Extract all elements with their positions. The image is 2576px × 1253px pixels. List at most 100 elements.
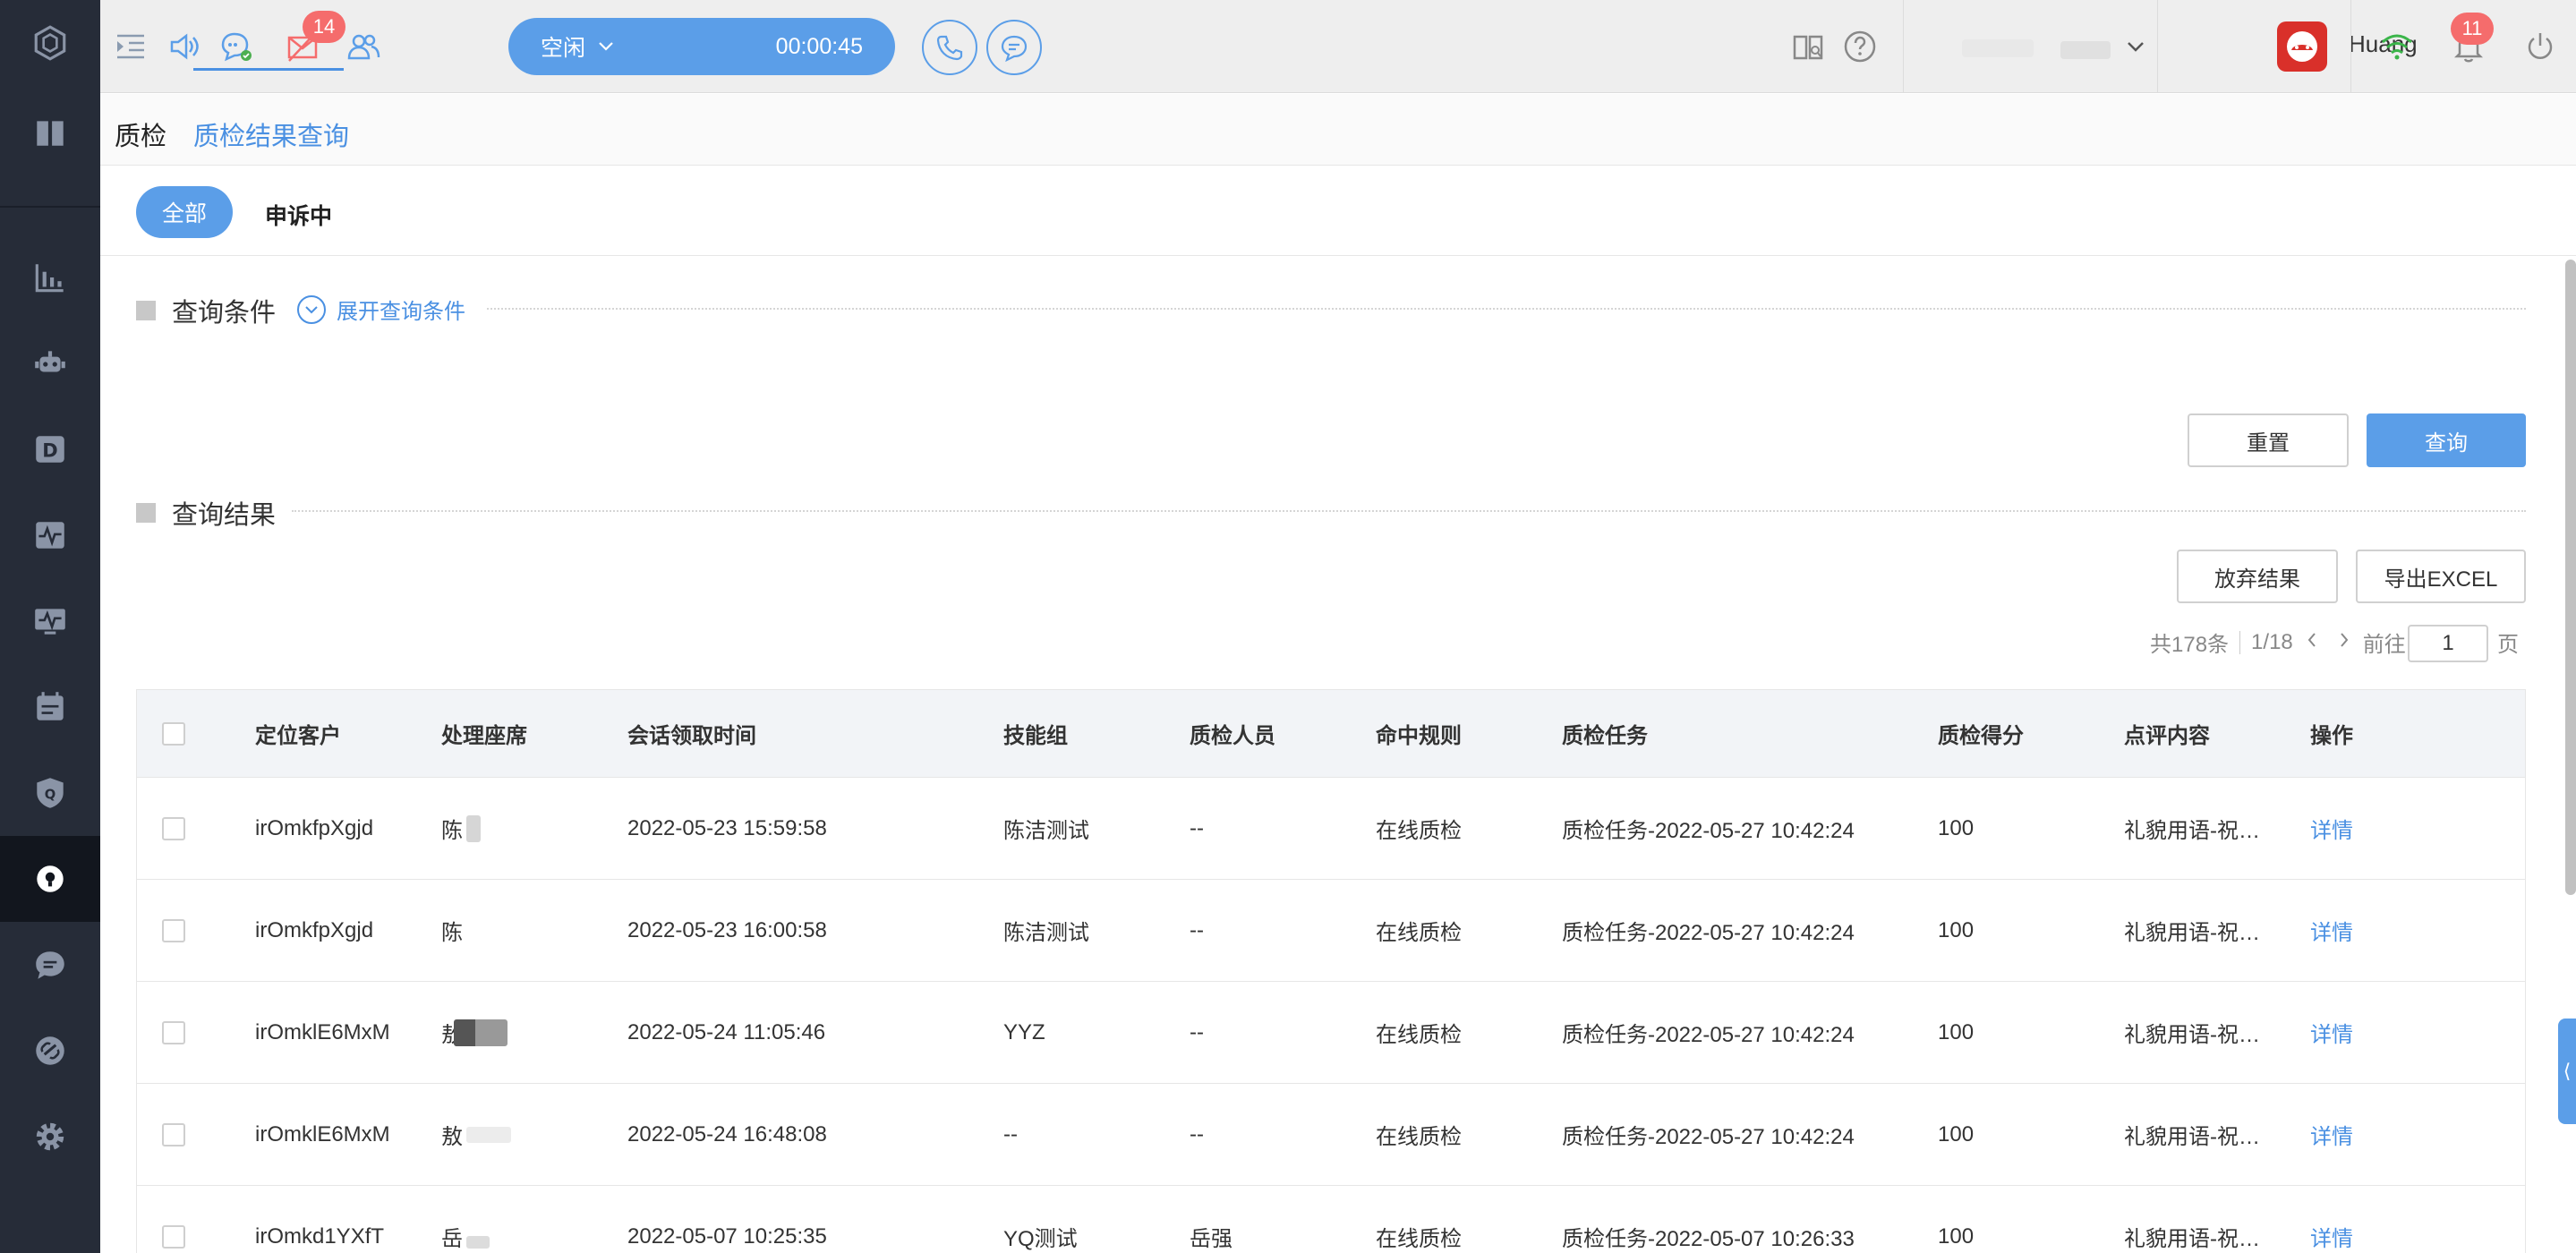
filter-all-button[interactable]: 全部: [136, 186, 233, 238]
section-square-icon: [136, 301, 156, 320]
page-indicator: 1/18: [2251, 629, 2293, 654]
tabs-bar: 质检 质检结果查询: [100, 94, 2576, 166]
rule-cell: 在线质检: [1376, 921, 1462, 945]
row-checkbox[interactable]: [162, 817, 185, 840]
expand-query-label: 展开查询条件: [337, 300, 465, 324]
redacted-field: [2060, 41, 2111, 59]
agent-status-label: 空闲: [541, 36, 586, 61]
next-page-icon[interactable]: [2338, 630, 2350, 655]
total-count: 共178条: [2150, 633, 2230, 657]
prev-page-icon[interactable]: [2306, 630, 2318, 655]
row-checkbox[interactable]: [162, 1021, 185, 1044]
comment-cell: 礼貌用语-祝…: [2124, 921, 2260, 945]
reset-button[interactable]: 重置: [2188, 413, 2349, 467]
topbar-separator: [2350, 0, 2351, 93]
message-count-badge: 14: [303, 11, 345, 43]
rule-cell: 在线质检: [1376, 1227, 1462, 1251]
table-row[interactable]: irOmkfpXgjd 陈 2022-05-23 15:59:58 陈洁测试 -…: [137, 778, 2525, 880]
d-box-icon[interactable]: D: [0, 406, 100, 492]
column-header: 质检人员: [1190, 724, 1275, 748]
score-cell: 100: [1938, 1121, 1975, 1146]
monitor-icon[interactable]: [0, 578, 100, 664]
power-icon[interactable]: [2521, 27, 2560, 66]
filter-appeal-button[interactable]: 申诉中: [265, 199, 332, 231]
settings-gear-icon[interactable]: [0, 1094, 100, 1180]
detail-link[interactable]: 详情: [2310, 778, 2353, 879]
chat-button[interactable]: [986, 20, 1042, 75]
chevron-down-circle-icon: [297, 294, 326, 324]
search-button[interactable]: 查询: [2367, 413, 2526, 467]
phone-button[interactable]: [922, 20, 977, 75]
table-header: 定位客户 处理座席 会话领取时间 技能组 质检人员 命中规则 质检任务 质检得分…: [137, 690, 2525, 778]
column-header: 质检得分: [1938, 724, 2024, 748]
row-checkbox[interactable]: [162, 919, 185, 942]
bar-chart-icon[interactable]: [0, 234, 100, 320]
table-row[interactable]: irOmkd1YXfT 岳 2022-05-07 10:25:35 YQ测试 岳…: [137, 1186, 2525, 1253]
chevron-down-icon: [598, 38, 614, 56]
customer-cell: irOmkfpXgjd: [255, 917, 374, 942]
row-checkbox[interactable]: [162, 1225, 185, 1249]
detail-link[interactable]: 详情: [2310, 1084, 2353, 1185]
table-row[interactable]: irOmklE6MxM 敖 2022-05-24 11:05:46 YYZ --…: [137, 982, 2525, 1084]
score-cell: 100: [1938, 815, 1975, 840]
page-number-input[interactable]: 1: [2408, 625, 2488, 662]
pulse-icon[interactable]: [0, 492, 100, 578]
users-icon[interactable]: [344, 27, 383, 66]
time-cell: 2022-05-07 10:25:35: [627, 1223, 827, 1249]
calendar-icon[interactable]: [0, 664, 100, 750]
table-row[interactable]: irOmklE6MxM 敖 2022-05-24 16:48:08 -- -- …: [137, 1084, 2525, 1186]
phone-icon: [936, 35, 963, 61]
inspector-cell: --: [1190, 1121, 1204, 1146]
chat-bubble-icon[interactable]: [0, 922, 100, 1008]
robot-icon[interactable]: [0, 320, 100, 406]
discard-results-button[interactable]: 放弃结果: [2177, 550, 2338, 603]
column-header: 技能组: [1003, 724, 1068, 748]
agent-cell: 陈: [441, 921, 463, 945]
group-cell: YYZ: [1003, 1019, 1045, 1044]
collapse-panel-tab[interactable]: ⟨: [2558, 1019, 2576, 1124]
vertical-scrollbar[interactable]: [2565, 260, 2576, 895]
chat-online-icon[interactable]: [217, 27, 256, 66]
chat-icon: [1001, 35, 1028, 63]
detail-link[interactable]: 详情: [2310, 982, 2353, 1083]
rule-cell: 在线质检: [1376, 819, 1462, 843]
link-icon[interactable]: [0, 1008, 100, 1094]
agent-status-dropdown[interactable]: 空闲 00:00:45: [508, 18, 895, 75]
tab-quality-inspection[interactable]: 质检: [115, 115, 166, 153]
column-header: 会话领取时间: [627, 724, 756, 748]
book-icon[interactable]: [0, 90, 100, 175]
task-cell: 质检任务-2022-05-07 10:26:33: [1562, 1227, 1855, 1251]
detail-link[interactable]: 详情: [2310, 1186, 2353, 1253]
row-checkbox[interactable]: [162, 1123, 185, 1146]
expand-query-link[interactable]: 展开查询条件: [297, 294, 465, 325]
agent-cell: 岳: [441, 1186, 490, 1253]
agent-cell: 敖: [441, 1084, 511, 1185]
task-cell: 质检任务-2022-05-27 10:42:24: [1562, 1125, 1855, 1149]
logo-hexagon-icon[interactable]: [0, 0, 100, 86]
comment-cell: 礼貌用语-祝…: [2124, 1125, 2260, 1149]
lightbulb-icon[interactable]: [0, 836, 100, 922]
detail-link[interactable]: 详情: [2310, 880, 2353, 981]
goto-label: 前往: [2362, 633, 2406, 657]
shield-q-icon[interactable]: Q: [0, 750, 100, 836]
status-timer: 00:00:45: [775, 33, 863, 59]
score-cell: 100: [1938, 917, 1975, 942]
speaker-icon[interactable]: [165, 27, 204, 66]
manual-book-icon[interactable]: [1788, 27, 1828, 66]
chevron-left-icon: ⟨: [2563, 1060, 2572, 1082]
pagination: 共178条 1/18 前往: [2150, 626, 2406, 658]
tab-inspection-results[interactable]: 质检结果查询: [193, 115, 349, 153]
filter-bar: 全部 申诉中: [100, 166, 2576, 256]
inspector-cell: --: [1190, 815, 1204, 840]
export-excel-button[interactable]: 导出EXCEL: [2356, 550, 2526, 603]
select-all-checkbox[interactable]: [162, 722, 185, 746]
indent-menu-icon[interactable]: [111, 27, 150, 66]
column-header: 点评内容: [2124, 724, 2210, 748]
group-cell: YQ测试: [1003, 1227, 1078, 1251]
help-icon[interactable]: [1840, 27, 1880, 66]
table-row[interactable]: irOmkfpXgjd 陈 2022-05-23 16:00:58 陈洁测试 -…: [137, 880, 2525, 982]
account-chevron-down-icon[interactable]: [2116, 27, 2155, 66]
section-square-icon: [136, 503, 156, 523]
results-section-title: 查询结果: [172, 501, 277, 530]
column-header: 命中规则: [1376, 724, 1462, 748]
